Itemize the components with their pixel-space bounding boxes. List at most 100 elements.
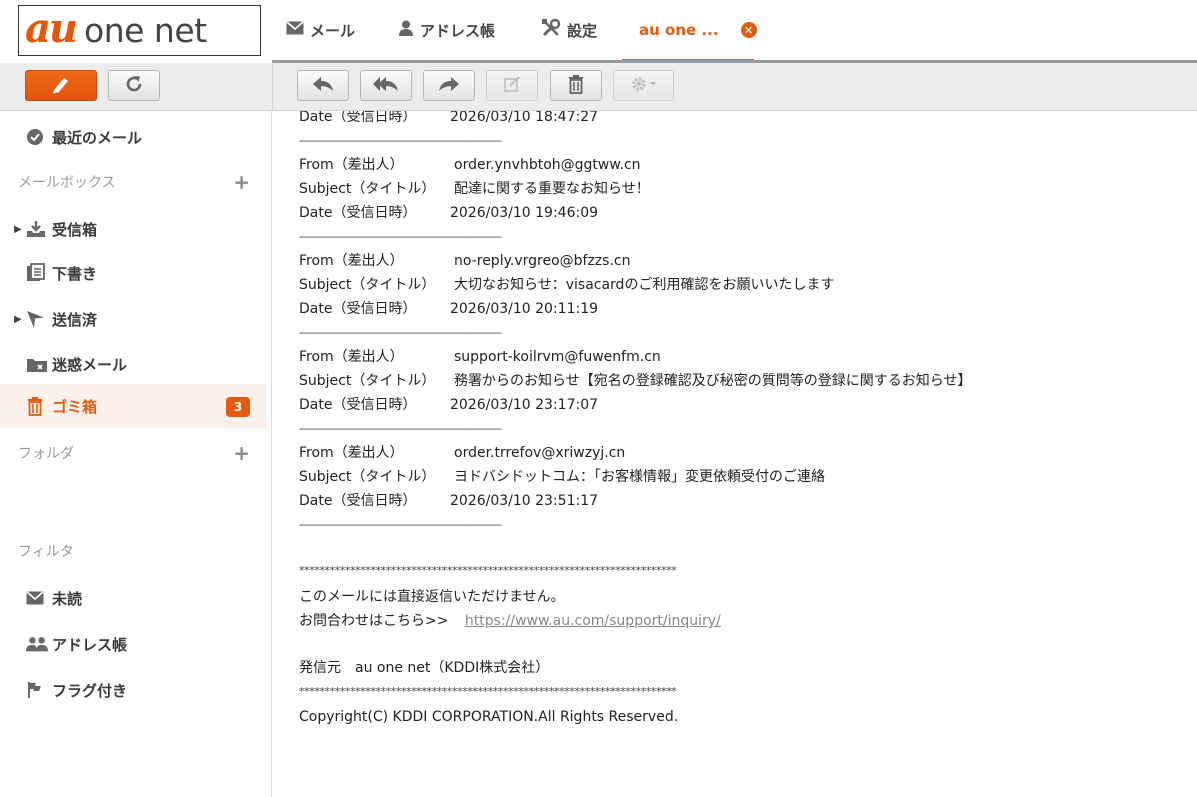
reply-button[interactable] bbox=[297, 70, 349, 101]
from-value: no-reply.vrgreo@bfzzs.cn bbox=[454, 253, 631, 269]
body-date-line: Date（受信日時） 2026/03/10 23:17:07 bbox=[299, 395, 598, 415]
pencil-icon bbox=[50, 74, 72, 98]
tab-address-book[interactable]: アドレス帳 bbox=[398, 0, 495, 60]
body-date-line: Date（受信日時） 2026/03/10 18:47:27 bbox=[299, 111, 598, 127]
sidebar-item-address-book[interactable]: アドレス帳 bbox=[0, 622, 266, 666]
subject-value: 配達に関する重要なお知らせ！ bbox=[454, 181, 650, 197]
sidebar-item-label: ゴミ箱 bbox=[52, 397, 98, 416]
sidebar-item-sent[interactable]: ▶ 送信済 bbox=[0, 297, 266, 341]
body-subject-line: Subject（タイトル） 大切なお知らせ：visacardのご利用確認をお願い… bbox=[299, 275, 834, 295]
body-date-line: Date（受信日時） 2026/03/10 20:11:19 bbox=[299, 299, 598, 319]
expand-caret-icon[interactable]: ▶ bbox=[14, 224, 22, 235]
body-from-line: From（差出人） order.trrefov@xriwzyj.cn bbox=[299, 443, 625, 463]
folder-section-header: フォルダ + bbox=[18, 441, 266, 465]
body-date-line: Date（受信日時） 2026/03/10 19:46:09 bbox=[299, 203, 598, 223]
filter-section-header: フィルタ bbox=[18, 539, 266, 563]
inquiry-label: お問合わせはこちら>> bbox=[299, 613, 449, 629]
toolbar-divider bbox=[272, 63, 273, 110]
subject-value: 務署からのお知らせ【宛名の登録確認及び秘密の質問等の登録に関するお知らせ】 bbox=[454, 373, 972, 389]
delete-button[interactable] bbox=[550, 70, 602, 101]
tools-icon bbox=[541, 18, 561, 42]
date-label: Date（受信日時） bbox=[299, 205, 417, 221]
sidebar-item-recent-mail[interactable]: 最近のメール bbox=[0, 115, 266, 159]
sidebar-item-label: 受信箱 bbox=[52, 220, 98, 239]
forward-icon bbox=[437, 74, 461, 98]
refresh-button[interactable] bbox=[108, 70, 160, 101]
date-value: 2026/03/10 20:11:19 bbox=[450, 301, 599, 317]
body-subject-line: Subject（タイトル） 配達に関する重要なお知らせ！ bbox=[299, 179, 650, 199]
spam-icon bbox=[26, 355, 48, 373]
sidebar-item-flagged[interactable]: フラグ付き bbox=[0, 668, 266, 712]
expand-caret-icon[interactable]: ▶ bbox=[14, 314, 22, 325]
edit-button[interactable] bbox=[486, 70, 538, 101]
sidebar-item-label: アドレス帳 bbox=[52, 635, 128, 654]
separator-line: ----------------------------------------… bbox=[299, 518, 502, 531]
sidebar-item-label: 下書き bbox=[52, 264, 98, 283]
body-date-line: Date（受信日時） 2026/03/10 23:51:17 bbox=[299, 491, 598, 511]
inquiry-line: お問合わせはこちら>> https://www.au.com/support/i… bbox=[299, 611, 721, 631]
sidebar-item-label: 未読 bbox=[52, 589, 83, 608]
date-label: Date（受信日時） bbox=[299, 397, 417, 413]
check-circle-icon bbox=[26, 128, 48, 146]
sidebar-item-inbox[interactable]: ▶ 受信箱 bbox=[0, 207, 266, 251]
body-from-line: From（差出人） support-koilrvm@fuwenfm.cn bbox=[299, 347, 661, 367]
date-label: Date（受信日時） bbox=[299, 111, 417, 125]
from-value: support-koilrvm@fuwenfm.cn bbox=[454, 349, 661, 365]
date-value: 2026/03/10 18:47:27 bbox=[450, 111, 599, 125]
mailbox-section-label: メールボックス bbox=[18, 175, 116, 191]
trash-icon bbox=[567, 74, 585, 98]
from-label: From（差出人） bbox=[299, 445, 404, 461]
settings-dropdown-button[interactable] bbox=[613, 70, 674, 101]
reply-icon bbox=[311, 74, 335, 98]
mailbox-section-header: メールボックス + bbox=[18, 170, 266, 194]
reply-all-button[interactable] bbox=[360, 70, 412, 101]
sidebar-item-spam[interactable]: 迷惑メール bbox=[0, 342, 266, 386]
message-body: Date（受信日時） 2026/03/10 18:47:27 ---------… bbox=[273, 111, 1197, 797]
separator-line: ----------------------------------------… bbox=[299, 134, 502, 147]
inbox-icon bbox=[26, 220, 48, 238]
reply-all-icon bbox=[372, 74, 400, 98]
separator-line: ----------------------------------------… bbox=[299, 326, 502, 339]
drafts-icon bbox=[26, 263, 48, 283]
subject-value: ヨドバシドットコム：「お客様情報」変更依頼受付のご連絡 bbox=[454, 469, 825, 485]
compose-button[interactable] bbox=[25, 70, 97, 101]
stars-separator: ****************************************… bbox=[299, 564, 677, 577]
sidebar-item-trash[interactable]: ゴミ箱 3 bbox=[0, 384, 266, 428]
copyright-line: Copyright(C) KDDI CORPORATION.All Rights… bbox=[299, 709, 679, 725]
inquiry-link[interactable]: https://www.au.com/support/inquiry/ bbox=[465, 613, 721, 629]
forward-button[interactable] bbox=[423, 70, 475, 101]
from-label: From（差出人） bbox=[299, 157, 404, 173]
add-folder-button[interactable]: + bbox=[233, 441, 250, 465]
sidebar-item-unread[interactable]: 未読 bbox=[0, 576, 266, 620]
sidebar-item-label: 迷惑メール bbox=[52, 355, 128, 374]
sidebar: 最近のメール メールボックス + ▶ 受信箱 下書き ▶ 送信済 迷惑メール ゴ… bbox=[0, 111, 272, 797]
separator-line: ----------------------------------------… bbox=[299, 230, 502, 243]
tab-au-one-active[interactable]: au one ... ✕ bbox=[639, 0, 757, 60]
add-mailbox-button[interactable]: + bbox=[233, 170, 250, 194]
mail-icon bbox=[26, 591, 48, 605]
flag-icon bbox=[26, 681, 48, 699]
subject-label: Subject（タイトル） bbox=[299, 181, 436, 197]
date-label: Date（受信日時） bbox=[299, 301, 417, 317]
date-value: 2026/03/10 23:51:17 bbox=[450, 493, 599, 509]
tab-mail[interactable]: メール bbox=[286, 0, 355, 60]
separator-line: ----------------------------------------… bbox=[299, 422, 502, 435]
close-icon[interactable]: ✕ bbox=[740, 22, 757, 38]
sidebar-item-drafts[interactable]: 下書き bbox=[0, 251, 266, 295]
date-value: 2026/03/10 19:46:09 bbox=[450, 205, 599, 221]
people-icon bbox=[26, 635, 48, 653]
from-value: order.ynvhbtoh@ggtww.cn bbox=[454, 157, 641, 173]
date-value: 2026/03/10 23:17:07 bbox=[450, 397, 599, 413]
au-one-net-logo[interactable]: au one net bbox=[18, 5, 261, 56]
tab-mail-label: メール bbox=[310, 21, 356, 40]
subject-label: Subject（タイトル） bbox=[299, 373, 436, 389]
tab-au-one-label: au one ... bbox=[639, 21, 719, 39]
folder-section-label: フォルダ bbox=[18, 446, 74, 462]
tab-settings[interactable]: 設定 bbox=[541, 0, 597, 60]
sidebar-item-label: フラグ付き bbox=[52, 681, 128, 700]
sidebar-item-label: 最近のメール bbox=[52, 128, 143, 147]
from-label: From（差出人） bbox=[299, 253, 404, 269]
subject-label: Subject（タイトル） bbox=[299, 469, 436, 485]
subject-label: Subject（タイトル） bbox=[299, 277, 436, 293]
logo-name-text: one net bbox=[84, 11, 207, 50]
